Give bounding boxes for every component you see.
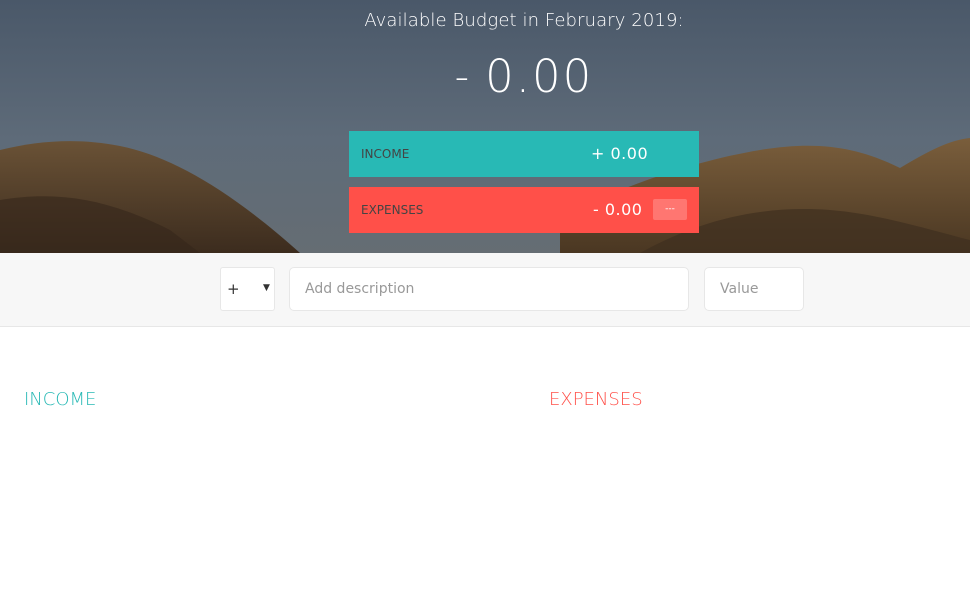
budget-header: Available Budget in February 2019: -0.00… — [0, 0, 970, 253]
description-input[interactable] — [289, 267, 689, 311]
budget-sign: - — [454, 54, 472, 100]
budget-title: Available Budget in February 2019: — [364, 10, 684, 31]
type-select-value: + — [227, 280, 240, 298]
income-list-title: INCOME — [24, 389, 97, 410]
income-summary: INCOME + 0.00 — [349, 131, 699, 177]
budget-amount: 0.00 — [485, 50, 594, 103]
available-budget-value: -0.00 — [0, 50, 970, 103]
expenses-summary: EXPENSES - 0.00 --- — [349, 187, 699, 233]
expenses-summary-label: EXPENSES — [361, 203, 424, 217]
income-summary-value: + 0.00 — [591, 144, 649, 163]
expenses-summary-value: - 0.00 — [593, 200, 643, 219]
add-item-bar: + ▼ — [0, 253, 970, 327]
chevron-down-icon: ▼ — [263, 283, 270, 293]
value-input[interactable] — [704, 267, 804, 311]
expenses-percentage-badge: --- — [653, 199, 687, 220]
expenses-list-title: EXPENSES — [549, 389, 643, 410]
type-select[interactable]: + ▼ — [220, 267, 275, 311]
income-summary-label: INCOME — [361, 147, 410, 161]
